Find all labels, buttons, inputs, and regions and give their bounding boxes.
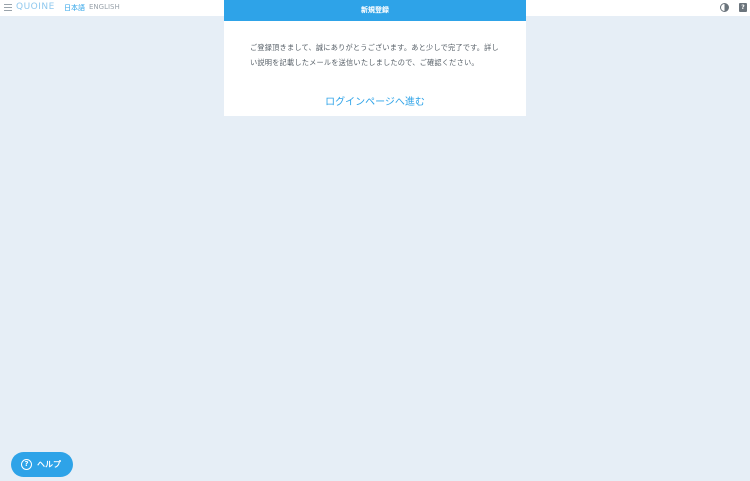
registration-dialog: 新規登録 ご登録頂きまして、誠にありがとうございます。あと少しで完了です。詳しい… (224, 0, 526, 116)
help-button-label: ヘルプ (37, 460, 61, 469)
help-question-icon[interactable]: ? (739, 3, 747, 12)
help-button[interactable]: ? ヘルプ (11, 452, 73, 477)
language-english-link[interactable]: ENGLISH (89, 3, 120, 11)
question-circle-icon: ? (21, 459, 32, 470)
language-japanese-link[interactable]: 日本語 (64, 3, 85, 13)
quoine-logo[interactable]: QUOINE (16, 2, 55, 12)
dialog-title: 新規登録 (224, 0, 526, 21)
go-to-login-link[interactable]: ログインページへ進む (224, 93, 526, 108)
dialog-message: ご登録頂きまして、誠にありがとうございます。あと少しで完了です。詳しい説明を記載… (250, 43, 499, 67)
theme-toggle-icon[interactable] (720, 3, 729, 12)
hamburger-menu-icon[interactable] (4, 4, 12, 12)
